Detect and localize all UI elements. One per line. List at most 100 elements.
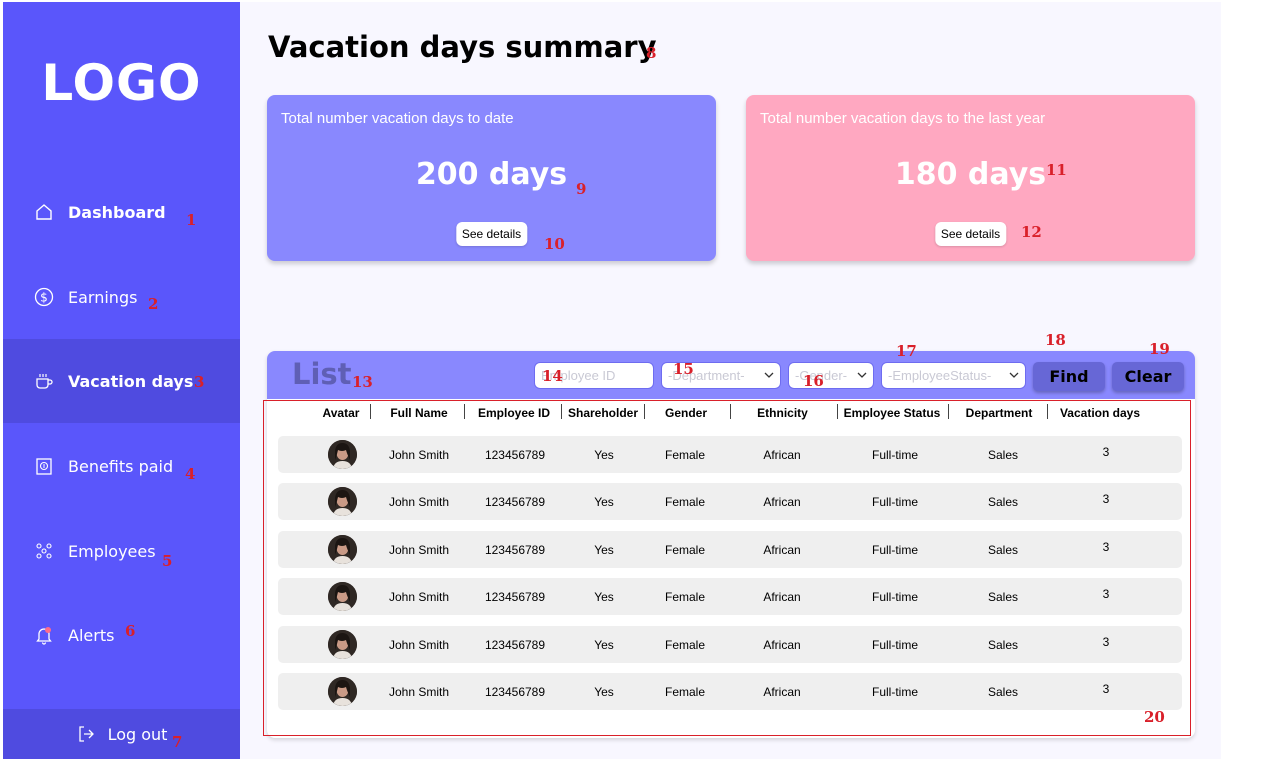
gender-select[interactable]: -Gender- — [788, 362, 874, 389]
avatar — [328, 582, 357, 611]
table-row[interactable]: John Smith 123456789 Yes Female African Full-… — [278, 436, 1182, 473]
find-button[interactable]: Find — [1033, 362, 1105, 391]
column-divider — [948, 404, 949, 419]
chevron-down-icon — [1009, 372, 1019, 378]
annotation-marker: 9 — [576, 180, 587, 198]
cell-ethnicity: African — [763, 495, 801, 509]
card-label: Total number vacation days to the last y… — [760, 110, 1046, 127]
annotation-marker: 2 — [148, 295, 159, 313]
cell-gender: Female — [664, 495, 705, 509]
app: LOGO Dashboard $ Earnings Vacation days … — [0, 0, 1285, 761]
logout-icon — [76, 724, 96, 744]
avatar — [328, 535, 357, 564]
column-header-full-name[interactable]: Full Name — [380, 406, 458, 420]
annotation-marker: 3 — [194, 373, 205, 391]
logout-label: Log out — [107, 724, 168, 744]
sidebar: LOGO Dashboard $ Earnings Vacation days … — [3, 2, 240, 759]
card-value: 180 days — [894, 157, 1047, 192]
svg-text:$: $ — [40, 291, 48, 305]
column-header-vacation-days[interactable]: Vacation days — [1052, 406, 1148, 420]
column-header-avatar[interactable]: Avatar — [312, 406, 370, 420]
cell-vacation-days: 3 — [1102, 682, 1110, 696]
annotation-marker: 10 — [544, 235, 565, 253]
cell-employee-id: 123456789 — [484, 685, 546, 699]
cell-gender: Female — [664, 590, 705, 604]
list-title: List — [292, 357, 352, 391]
column-divider — [730, 404, 731, 419]
annotation-marker: 6 — [125, 622, 136, 640]
cell-shareholder: Yes — [594, 685, 614, 699]
cell-shareholder: Yes — [594, 495, 614, 509]
sidebar-item-earnings[interactable]: $ Earnings — [3, 255, 240, 339]
table-row[interactable]: John Smith 123456789 Yes Female African Full-… — [278, 483, 1182, 520]
cell-employee-status: Full-time — [871, 590, 918, 604]
annotation-marker: 13 — [352, 373, 373, 391]
employee-status-select[interactable]: -EmployeeStatus- — [881, 362, 1026, 389]
list-header: List Employee ID -Department- -Gender- -… — [267, 351, 1195, 399]
vacation-last-year-card: Total number vacation days to the last y… — [746, 95, 1195, 261]
column-header-employee-id[interactable]: Employee ID — [470, 406, 558, 420]
table-row[interactable]: John Smith 123456789 Yes Female African Full-… — [278, 531, 1182, 568]
cell-ethnicity: African — [763, 685, 801, 699]
cell-employee-id: 123456789 — [484, 590, 546, 604]
cell-full-name: John Smith — [388, 495, 450, 509]
cell-shareholder: Yes — [594, 448, 614, 462]
cell-employee-id: 123456789 — [484, 448, 546, 462]
cell-employee-status: Full-time — [871, 448, 918, 462]
sidebar-item-label: Earnings — [68, 287, 138, 307]
annotation-marker: 11 — [1046, 161, 1067, 179]
cell-vacation-days: 3 — [1102, 540, 1110, 554]
sidebar-item-employees[interactable]: Employees — [3, 509, 240, 593]
cell-gender: Female — [664, 448, 705, 462]
clear-button[interactable]: Clear — [1112, 362, 1184, 391]
cell-department: Sales — [987, 685, 1019, 699]
cup-icon — [33, 370, 55, 392]
sidebar-item-label: Employees — [68, 541, 156, 561]
cell-shareholder: Yes — [594, 590, 614, 604]
sidebar-item-label: Benefits paid — [68, 456, 174, 476]
table-row[interactable]: John Smith 123456789 Yes Female African Full-… — [278, 673, 1182, 710]
annotation-marker: 7 — [172, 733, 183, 751]
cell-department: Sales — [987, 543, 1019, 557]
logout-button[interactable]: Log out — [3, 709, 240, 759]
benefits-icon — [33, 455, 55, 477]
see-details-button[interactable]: See details — [455, 222, 528, 246]
cell-ethnicity: African — [763, 638, 801, 652]
cell-shareholder: Yes — [594, 543, 614, 557]
cell-department: Sales — [987, 590, 1019, 604]
people-icon — [33, 540, 55, 562]
column-header-employee-status[interactable]: Employee Status — [838, 406, 946, 420]
employee-status-select-value: -EmployeeStatus- — [888, 368, 992, 383]
cell-employee-id: 123456789 — [484, 543, 546, 557]
cell-employee-status: Full-time — [871, 638, 918, 652]
cell-employee-status: Full-time — [871, 543, 918, 557]
sidebar-item-dashboard[interactable]: Dashboard — [3, 170, 240, 254]
dollar-icon: $ — [33, 286, 55, 308]
sidebar-item-alerts[interactable]: Alerts — [3, 593, 240, 677]
column-header-department[interactable]: Department — [955, 406, 1043, 420]
annotation-marker: 1 — [186, 211, 197, 229]
sidebar-item-vacation-days[interactable]: Vacation days — [3, 339, 240, 423]
column-header-shareholder[interactable]: Shareholder — [563, 406, 643, 420]
sidebar-item-benefits-paid[interactable]: Benefits paid — [3, 424, 240, 508]
cell-ethnicity: African — [763, 448, 801, 462]
see-details-button[interactable]: See details — [934, 222, 1007, 246]
cell-employee-id: 123456789 — [484, 495, 546, 509]
column-header-gender[interactable]: Gender — [646, 406, 726, 420]
avatar — [328, 630, 357, 659]
annotation-marker: 16 — [803, 372, 824, 390]
logo: LOGO — [41, 54, 202, 112]
avatar — [328, 487, 357, 516]
column-header-ethnicity[interactable]: Ethnicity — [735, 406, 830, 420]
cell-full-name: John Smith — [388, 685, 450, 699]
table-row[interactable]: John Smith 123456789 Yes Female African Full-… — [278, 578, 1182, 615]
sidebar-item-label: Vacation days — [68, 371, 194, 391]
table-row[interactable]: John Smith 123456789 Yes Female African Full-… — [278, 626, 1182, 663]
sidebar-item-label: Alerts — [68, 625, 115, 645]
annotation-marker: 12 — [1021, 223, 1042, 241]
sidebar-item-label: Dashboard — [68, 202, 166, 222]
cell-vacation-days: 3 — [1102, 445, 1110, 459]
annotation-marker: 19 — [1149, 340, 1170, 358]
cell-department: Sales — [987, 448, 1019, 462]
column-divider — [644, 404, 645, 419]
